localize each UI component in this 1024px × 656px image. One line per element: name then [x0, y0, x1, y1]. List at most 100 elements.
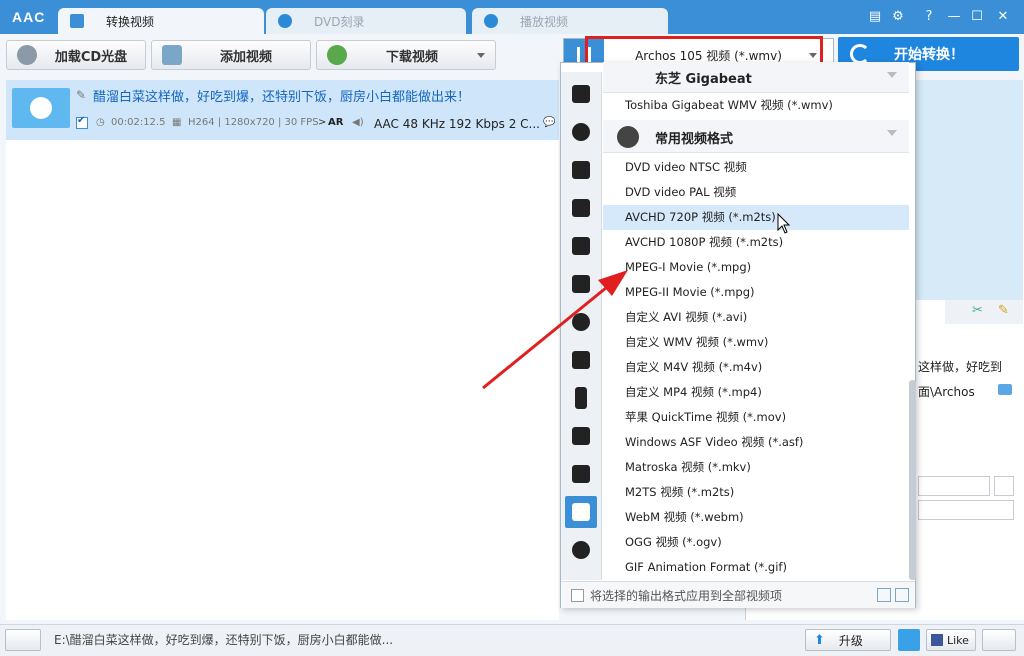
minimize-icon[interactable]: — [945, 8, 963, 26]
audio-info[interactable]: AAC 48 KHz 192 Kbps 2 C... [374, 117, 540, 131]
file-checkbox[interactable] [76, 115, 88, 129]
upgrade-arrow-icon: ⬆ [814, 632, 825, 648]
convert-icon [70, 14, 84, 28]
like-label: Like [947, 633, 969, 647]
film-reel-icon [617, 126, 639, 148]
add-video-button[interactable]: 添加视频 [151, 40, 311, 70]
format-item-hovered[interactable]: AVCHD 720P 视频 (*.m2ts) [603, 205, 909, 230]
edit-format-icon[interactable] [895, 588, 909, 602]
format-item[interactable]: 自定义 AVI 视频 (*.avi) [603, 305, 909, 330]
panel-toggle-button[interactable] [5, 629, 41, 651]
format-item[interactable]: 苹果 QuickTime 视频 (*.mov) [603, 405, 909, 430]
settings-icon[interactable] [994, 476, 1014, 496]
google-icon[interactable] [565, 306, 597, 338]
file-list [6, 80, 559, 620]
apply-all-checkbox[interactable] [571, 589, 584, 602]
file-duration: 00:02:12.5 [111, 117, 166, 128]
format-item[interactable]: Windows ASF Video 视频 (*.asf) [603, 430, 909, 455]
apply-all-label: 将选择的输出格式应用到全部视频项 [590, 589, 783, 603]
title-snippet: 这样做，好吃到 [918, 360, 1003, 374]
tab-play-video[interactable]: 播放视频 [472, 8, 668, 34]
aspect-ratio-label: AR [328, 117, 344, 128]
clock-icon: ◷ [96, 117, 105, 128]
magic-wand-icon[interactable]: ✎ [998, 303, 1009, 318]
film-add-icon [162, 45, 182, 65]
scissors-icon[interactable]: ✂ [972, 303, 983, 318]
tab-label: DVD刻录 [314, 14, 365, 29]
file-name: 醋溜白菜这样做，好吃到爆，还特别下饭，厨房小白都能做出来！ [93, 90, 471, 105]
globe-icon [327, 45, 347, 65]
chevron-down-icon [887, 72, 897, 78]
format-item[interactable]: OGG 视频 (*.ogv) [603, 530, 909, 555]
video-format-icon[interactable] [565, 496, 597, 528]
windows-icon[interactable] [565, 344, 597, 376]
app-logo: AAC [12, 9, 46, 25]
play-icon [484, 14, 498, 28]
tab-label: 转换视频 [106, 14, 155, 29]
format-item[interactable]: AVCHD 1080P 视频 (*.m2ts) [603, 230, 909, 255]
format-category-bar [561, 72, 602, 580]
all-formats-icon[interactable] [565, 78, 597, 110]
apple-icon[interactable] [565, 116, 597, 148]
option-select-2[interactable] [918, 500, 1014, 520]
format-item[interactable]: MPEG-II Movie (*.mpg) [603, 280, 909, 305]
load-cd-button[interactable]: 加载CD光盘 [6, 40, 146, 70]
format-item[interactable]: Toshiba Gigabeat WMV 视频 (*.wmv) [603, 93, 909, 118]
load-cd-label: 加载CD光盘 [54, 49, 128, 65]
twitter-icon[interactable] [898, 629, 920, 651]
tab-convert-video[interactable]: 转换视频 [58, 8, 264, 34]
format-item[interactable]: DVD video NTSC 视频 [603, 155, 909, 180]
group-header-toshiba[interactable]: 东芝 Gigabeat [603, 62, 909, 93]
music-icon[interactable] [565, 534, 597, 566]
download-video-button[interactable]: 下载视频 [316, 40, 496, 70]
preview-area [905, 80, 1023, 300]
format-item[interactable]: WebM 视频 (*.webm) [603, 505, 909, 530]
maximize-icon[interactable]: ☐ [968, 8, 986, 26]
format-item[interactable]: MPEG-I Movie (*.mpg) [603, 255, 909, 280]
folder-icon[interactable] [998, 384, 1012, 395]
log-icon[interactable]: ▤ [866, 8, 884, 26]
android-icon[interactable] [565, 192, 597, 224]
playstation-icon[interactable] [565, 230, 597, 262]
huawei-icon[interactable] [565, 268, 597, 300]
facebook-like-button[interactable]: Like [926, 629, 976, 651]
panel-collapse-button[interactable] [982, 629, 1016, 651]
upgrade-label: 升级 [838, 633, 863, 648]
cursor-icon [777, 213, 791, 234]
preview-toolbar [945, 300, 1023, 324]
format-item[interactable]: 自定义 WMV 视频 (*.wmv) [603, 330, 909, 355]
start-convert-label: 开始转换！ [894, 47, 964, 63]
format-item[interactable]: M2TS 视频 (*.m2ts) [603, 480, 909, 505]
gear-icon[interactable]: ⚙ [889, 8, 907, 26]
help-button[interactable]: ? [920, 8, 938, 26]
add-format-icon[interactable] [877, 588, 891, 602]
video-thumbnail[interactable] [12, 88, 70, 128]
video-info: H264 | 1280x720 | 30 FPS [188, 117, 319, 128]
android-store-icon[interactable] [565, 154, 597, 186]
subtitle-icon[interactable]: 💬 [543, 117, 555, 128]
refresh-icon [850, 44, 870, 64]
dropdown-scrollbar[interactable] [909, 380, 916, 580]
tv-icon[interactable] [565, 420, 597, 452]
format-item[interactable]: 自定义 M4V 视频 (*.m4v) [603, 355, 909, 380]
format-item[interactable]: 自定义 MP4 视频 (*.mp4) [603, 380, 909, 405]
tab-dvd-burn[interactable]: DVD刻录 [266, 8, 466, 34]
close-icon[interactable]: ✕ [994, 8, 1012, 26]
facebook-icon [931, 634, 943, 646]
status-path: E:\醋溜白菜这样做，好吃到爆，还特别下饭，厨房小白都能做... [54, 633, 394, 647]
chevron-down-icon[interactable] [477, 52, 485, 58]
option-select[interactable] [918, 476, 990, 496]
download-video-label: 下载视频 [385, 49, 438, 65]
video-icon: ▦ [172, 117, 182, 128]
chevron-down-icon [887, 130, 897, 136]
edit-icon[interactable]: ✎ [76, 88, 86, 102]
format-item[interactable]: GIF Animation Format (*.gif) [603, 555, 909, 580]
phone-icon[interactable] [565, 382, 597, 414]
chevron-right-icon[interactable]: > [318, 117, 326, 128]
format-item[interactable]: DVD video PAL 视频 [603, 180, 909, 205]
html5-icon[interactable] [565, 458, 597, 490]
group-header-common-video[interactable]: 常用视频格式 [603, 120, 909, 153]
format-item[interactable]: Matroska 视频 (*.mkv) [603, 455, 909, 480]
tab-label: 播放视频 [520, 14, 569, 29]
upgrade-button[interactable]: ⬆ 升级 [805, 629, 891, 651]
